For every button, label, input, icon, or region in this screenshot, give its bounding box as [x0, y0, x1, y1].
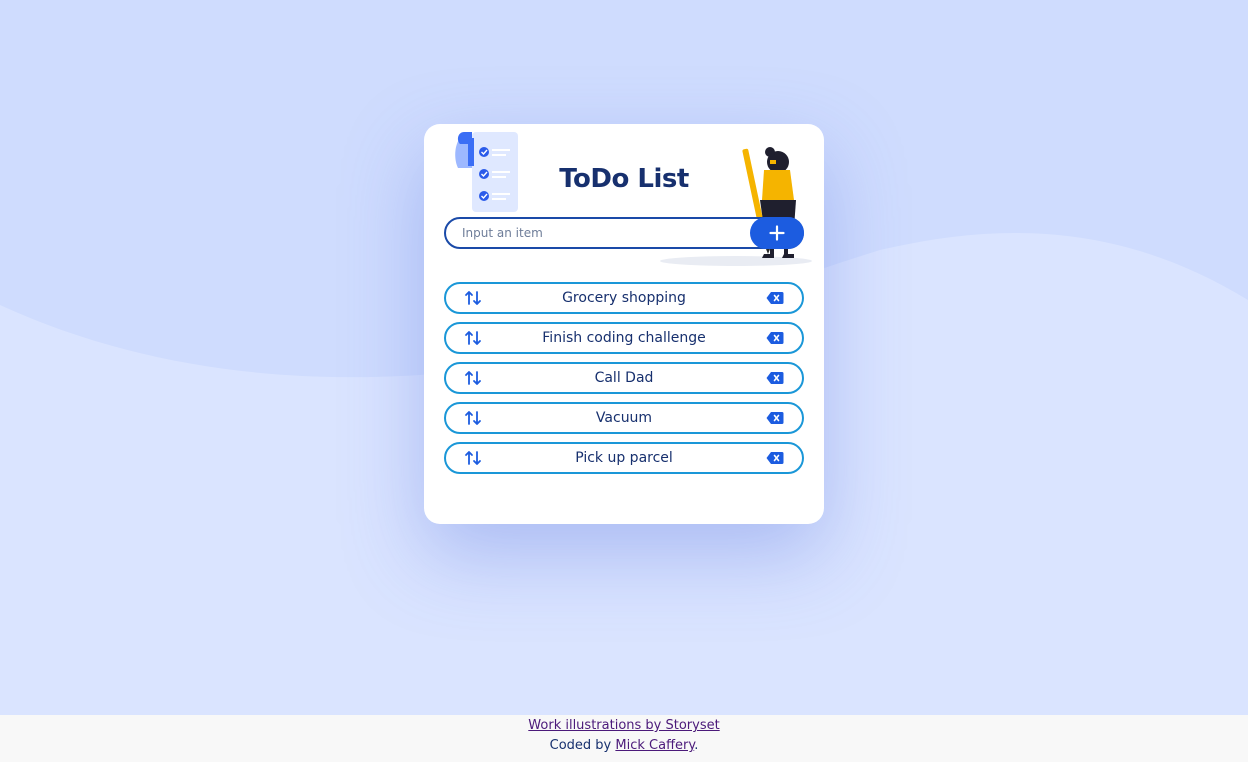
checklist-illustration — [455, 132, 518, 212]
list-item: Grocery shopping — [444, 282, 804, 314]
coded-by-label: Coded by — [549, 738, 616, 753]
sort-arrows-icon[interactable] — [464, 410, 482, 426]
footer-credit-line: Work illustrations by Storyset — [0, 718, 1248, 733]
footer-author-line: Coded by Mick Caffery. — [0, 738, 1248, 753]
todo-text: Vacuum — [595, 410, 653, 426]
todo-text: Grocery shopping — [562, 290, 686, 306]
add-item-button[interactable] — [750, 217, 804, 249]
sort-arrows-icon[interactable] — [464, 330, 482, 346]
delete-backspace-icon[interactable] — [766, 411, 784, 425]
plus-icon — [769, 225, 785, 241]
list-item: Finish coding challenge — [444, 322, 804, 354]
delete-backspace-icon[interactable] — [766, 371, 784, 385]
list-item: Call Dad — [444, 362, 804, 394]
todo-text: Finish coding challenge — [542, 330, 706, 346]
footer-suffix: . — [694, 738, 699, 753]
list-item: Vacuum — [444, 402, 804, 434]
sort-arrows-icon[interactable] — [464, 290, 482, 306]
todo-text: Call Dad — [594, 370, 654, 386]
sort-arrows-icon[interactable] — [464, 450, 482, 466]
storyset-credit-link[interactable]: Work illustrations by Storyset — [528, 718, 719, 733]
list-item: Pick up parcel — [444, 442, 804, 474]
sort-arrows-icon[interactable] — [464, 370, 482, 386]
todo-card: ToDo List Grocery shopping — [424, 124, 824, 524]
todo-list: Grocery shopping Finish coding challenge — [444, 282, 804, 482]
author-link[interactable]: Mick Caffery — [615, 738, 694, 753]
todo-text: Pick up parcel — [575, 450, 673, 466]
add-item-form — [444, 217, 804, 249]
footer: Work illustrations by Storyset Coded by … — [0, 715, 1248, 762]
delete-backspace-icon[interactable] — [766, 451, 784, 465]
delete-backspace-icon[interactable] — [766, 291, 784, 305]
delete-backspace-icon[interactable] — [766, 331, 784, 345]
